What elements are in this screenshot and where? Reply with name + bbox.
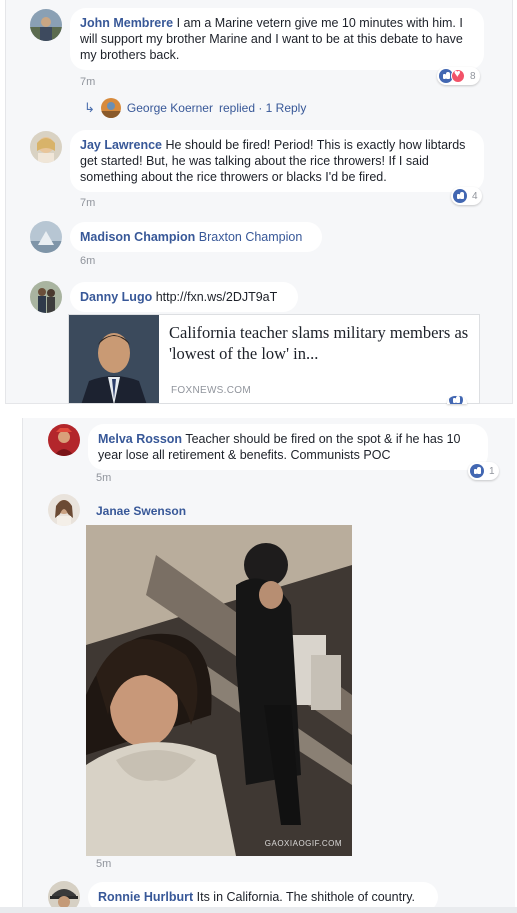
reaction-count: 1 (489, 465, 495, 477)
replies-link[interactable]: ↳ George Koerner replied · 1 Reply (84, 98, 306, 118)
comment-author[interactable]: John Membrere (80, 16, 173, 30)
comment-bubble: Danny Lugo http://fxn.ws/2DJT9aT (70, 282, 298, 312)
comment-bubble: John Membrere I am a Marine vetern give … (70, 8, 484, 70)
comment-author[interactable]: Ronnie Hurlburt (98, 890, 193, 904)
gif-attachment[interactable]: GAOXIAOGIF.COM (86, 525, 352, 856)
like-icon (470, 464, 484, 478)
comment-bubble: Melva Rosson Teacher should be fired on … (88, 424, 488, 470)
reply-author[interactable]: George Koerner (127, 101, 213, 115)
like-icon (453, 189, 467, 203)
comment-author[interactable]: Madison Champion (80, 230, 195, 244)
reaction-count: 8 (470, 70, 476, 82)
comment-author[interactable]: Danny Lugo (80, 290, 152, 304)
comment-timestamp[interactable]: 5m (96, 858, 111, 870)
comment-author[interactable]: Melva Rosson (98, 432, 182, 446)
like-icon (449, 396, 463, 404)
avatar[interactable] (30, 221, 62, 253)
divider (0, 907, 517, 913)
comment-timestamp[interactable]: 7m (80, 197, 95, 209)
reply-arrow-icon: ↳ (84, 100, 95, 116)
avatar[interactable] (30, 281, 62, 313)
comment-text: Its in California. The shithole of count… (196, 890, 416, 904)
tagged-user[interactable]: Braxton Champion (199, 230, 303, 244)
link-domain: FOXNEWS.COM (171, 385, 251, 396)
link-title[interactable]: California teacher slams military member… (169, 322, 469, 364)
avatar[interactable] (30, 131, 62, 163)
avatar (100, 98, 121, 118)
link-preview-card[interactable]: California teacher slams military member… (68, 314, 480, 404)
gif-watermark: GAOXIAOGIF.COM (264, 839, 342, 848)
reaction-summary[interactable]: 8 (437, 67, 480, 85)
avatar[interactable] (30, 9, 62, 41)
comment-link[interactable]: http://fxn.ws/2DJT9aT (156, 290, 278, 304)
reaction-summary[interactable] (447, 396, 467, 404)
comment-author[interactable]: Jay Lawrence (80, 138, 162, 152)
avatar[interactable] (48, 424, 80, 456)
comment-author[interactable]: Janae Swenson (96, 504, 186, 518)
reaction-summary[interactable]: 4 (451, 187, 482, 205)
comment-bubble: Madison Champion Braxton Champion (70, 222, 322, 252)
comment-timestamp[interactable]: 6m (80, 255, 95, 267)
reaction-summary[interactable]: 1 (468, 462, 499, 480)
comment-bubble: Jay Lawrence He should be fired! Period!… (70, 130, 484, 192)
comment-timestamp[interactable]: 7m (80, 76, 95, 88)
reaction-count: 4 (472, 190, 478, 202)
comment-timestamp[interactable]: 5m (96, 472, 111, 484)
reply-count-text[interactable]: replied · 1 Reply (219, 101, 306, 115)
avatar[interactable] (48, 494, 80, 526)
link-thumbnail (69, 315, 159, 403)
love-icon (451, 68, 465, 83)
